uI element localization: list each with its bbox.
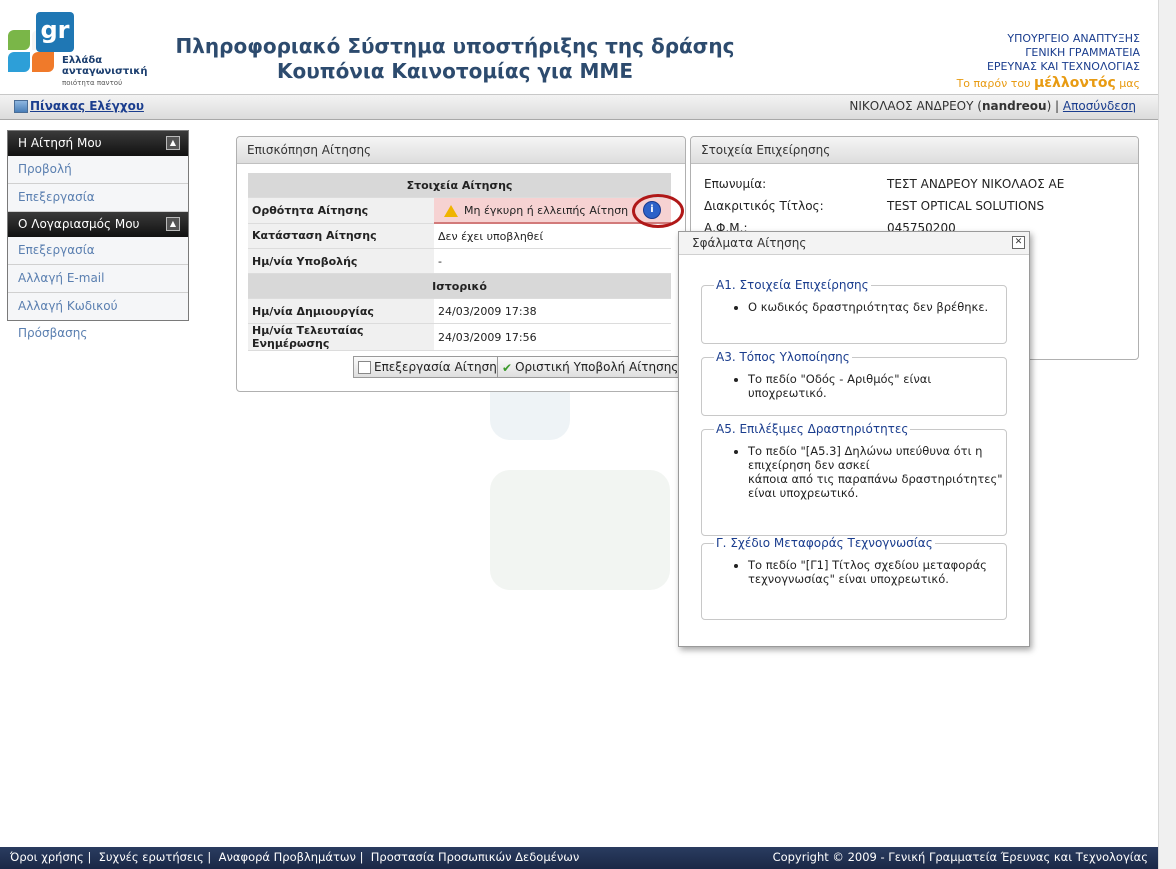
site-title: Πληροφοριακό Σύστημα υποστήριξης της δρά… [175, 34, 735, 83]
table-row: Ημ/νία Υποβολής - [248, 248, 671, 274]
header: gr Ελλάδα ανταγωνιστική ποιότητα παντού … [0, 0, 1158, 94]
application-table: Στοιχεία Αίτησης Ορθότητα Αίτησης Μη έγκ… [248, 173, 671, 351]
user-login: nandreou [981, 99, 1047, 113]
error-group-g: Γ. Σχέδιο Μεταφοράς Τεχνογνωσίας Το πεδί… [701, 536, 1007, 620]
section-header: Ιστορικό [248, 273, 671, 299]
collapse-icon[interactable]: ▲ [166, 136, 180, 150]
sidebar: Η Αίτησή Μου ▲ Προβολή Επεξεργασία Ο Λογ… [7, 130, 189, 340]
sidebar-item-edit-application[interactable]: Επεξεργασία [8, 184, 188, 212]
footer-link-faq[interactable]: Συχνές ερωτήσεις [99, 850, 204, 864]
logo-text: Ελλάδα ανταγωνιστική [62, 55, 148, 77]
sidebar-item-edit-account[interactable]: Επεξεργασία [8, 237, 188, 265]
footer-link-report[interactable]: Αναφορά Προβλημάτων [219, 850, 356, 864]
table-row: Ημ/νία Δημιουργίας 24/03/2009 17:38 [248, 298, 671, 324]
user-name: ΝΙΚΟΛΑΟΣ ΑΝΔΡΕΟΥ [849, 99, 974, 113]
company-name-value: ΤΕΣΤ ΑΝΔΡΕΟΥ ΝΙΚΟΛΑΟΣ ΑΕ [887, 177, 1065, 191]
footer-links: Όροι χρήσης | Συχνές ερωτήσεις | Αναφορά… [10, 850, 580, 864]
table-row: Ημ/νία Τελευταίας Ενημέρωσης 24/03/2009 … [248, 323, 671, 351]
motto: Το παρόν του μέλλοντός μας [956, 75, 1140, 91]
sidebar-item-change-password[interactable]: Αλλαγή Κωδικού Πρόσβασης [8, 293, 188, 340]
panel-title: Στοιχεία Επιχείρησης [691, 137, 1138, 164]
panel-title: Επισκόπηση Αίτησης [237, 137, 685, 164]
final-submit-button[interactable]: ✔ Οριστική Υποβολή Αίτησης [497, 356, 686, 378]
table-row: Κατάσταση Αίτησης Δεν έχει υποβληθεί [248, 223, 671, 249]
error-group-a1: Α1. Στοιχεία Επιχείρησης Ο κωδικός δραστ… [701, 278, 1007, 344]
edit-icon [358, 361, 371, 374]
checkmark-icon: ✔ [502, 360, 513, 375]
logout-link[interactable]: Αποσύνδεση [1063, 99, 1136, 113]
collapse-icon[interactable]: ▲ [166, 217, 180, 231]
sidebar-section-my-application: Η Αίτησή Μου ▲ [8, 131, 188, 156]
section-header: Στοιχεία Αίτησης [248, 173, 671, 198]
brand-label: Διακριτικός Τίτλος: [704, 199, 824, 213]
close-icon[interactable]: ✕ [1012, 236, 1025, 249]
edit-application-button[interactable]: Επεξεργασία Αίτησης [353, 356, 511, 378]
error-group-a3: Α3. Τόπος Υλοποίησης Το πεδίο "Οδός - Αρ… [701, 350, 1007, 416]
footer-link-privacy[interactable]: Προστασία Προσωπικών Δεδομένων [371, 850, 580, 864]
sidebar-item-view[interactable]: Προβολή [8, 156, 188, 184]
application-overview-panel: Επισκόπηση Αίτησης Στοιχεία Αίτησης Ορθό… [236, 136, 686, 392]
top-navbar: Πίνακας Ελέγχου ΝΙΚΟΛΑΟΣ ΑΝΔΡΕΟΥ (nandre… [0, 94, 1158, 120]
error-message: Το πεδίο "Οδός - Αριθμός" είναι υποχρεωτ… [748, 372, 1006, 400]
warning-icon [444, 204, 458, 217]
background-watermark [490, 470, 670, 590]
error-group-a5: Α5. Επιλέξιμες Δραστηριότητες Το πεδίο "… [701, 422, 1007, 536]
error-message: Ο κωδικός δραστηριότητας δεν βρέθηκε. [748, 300, 1006, 314]
highlight-ring [632, 194, 684, 228]
table-row: Ορθότητα Αίτησης Μη έγκυρη ή ελλειπής Αί… [248, 197, 671, 224]
user-area: ΝΙΚΟΛΑΟΣ ΑΝΔΡΕΟΥ (nandreou) | Αποσύνδεση [849, 99, 1136, 113]
footer: Όροι χρήσης | Συχνές ερωτήσεις | Αναφορά… [0, 847, 1158, 869]
vertical-scrollbar[interactable] [1158, 0, 1176, 869]
error-message: Το πεδίο "[Γ1] Τίτλος σχεδίου μεταφοράς … [748, 558, 1006, 586]
dashboard-icon [14, 100, 28, 113]
brand-value: TEST OPTICAL SOLUTIONS [887, 199, 1045, 213]
error-message: Το πεδίο "[Α5.3] Δηλώνω υπεύθυνα ότι η ε… [748, 444, 1006, 500]
gr-logo: gr [36, 12, 74, 52]
dialog-title: Σφάλματα Αίτησης [679, 232, 1029, 255]
footer-link-terms[interactable]: Όροι χρήσης [10, 850, 84, 864]
sidebar-section-my-account: Ο Λογαριασμός Μου ▲ [8, 212, 188, 237]
dashboard-link[interactable]: Πίνακας Ελέγχου [30, 99, 144, 113]
logo-subtext: ποιότητα παντού [62, 79, 123, 87]
ministry-name: ΥΠΟΥΡΓΕΙΟ ΑΝΑΠΤΥΞΗΣ ΓΕΝΙΚΗ ΓΡΑΜΜΑΤΕΙΑ ΕΡ… [986, 32, 1140, 73]
company-name-label: Επωνυμία: [704, 177, 767, 191]
errors-dialog: Σφάλματα Αίτησης ✕ Α1. Στοιχεία Επιχείρη… [678, 231, 1030, 647]
sidebar-item-change-email[interactable]: Αλλαγή E-mail [8, 265, 188, 293]
copyright: Copyright © 2009 - Γενική Γραμματεία Έρε… [772, 850, 1148, 864]
